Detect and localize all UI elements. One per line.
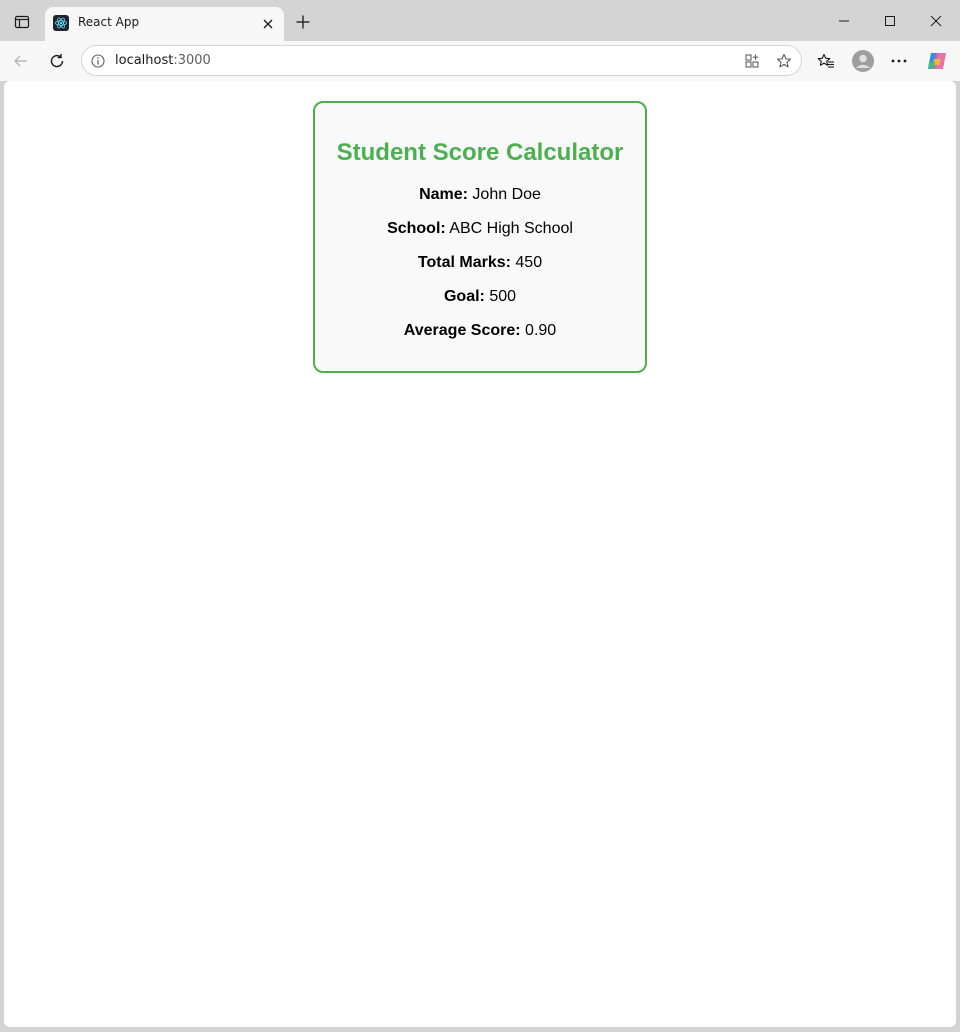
- goal-row: Goal: 500: [315, 288, 645, 306]
- school-label: School:: [387, 220, 446, 237]
- browser-window: React App localhost:3000 Student Score C…: [0, 0, 960, 1032]
- average-score-value: 0.90: [525, 322, 557, 339]
- back-button[interactable]: [6, 46, 36, 76]
- minimize-button[interactable]: [829, 6, 859, 36]
- reload-button[interactable]: [42, 46, 72, 76]
- close-window-button[interactable]: [921, 6, 951, 36]
- close-tab-button[interactable]: [259, 15, 277, 33]
- total-marks-row: Total Marks: 450: [315, 254, 645, 272]
- tab-actions-button[interactable]: [8, 8, 36, 36]
- name-value: John Doe: [472, 186, 541, 203]
- copilot-button[interactable]: [922, 46, 952, 76]
- average-score-label: Average Score:: [403, 322, 521, 339]
- total-marks-value: 450: [515, 254, 543, 271]
- react-logo-icon: [53, 15, 69, 31]
- close-icon: [263, 19, 273, 29]
- page-title: Student Score Calculator: [336, 139, 624, 166]
- tab-react-app[interactable]: React App: [45, 7, 284, 41]
- total-marks-label: Total Marks:: [417, 254, 511, 271]
- goal-value: 500: [489, 288, 517, 305]
- page-viewport: Student Score Calculator Name: John Doe …: [4, 81, 956, 1027]
- profile-button[interactable]: [848, 46, 878, 76]
- score-card: Student Score Calculator Name: John Doe …: [313, 101, 647, 373]
- site-info-button[interactable]: [89, 52, 107, 70]
- favorites-icon: [817, 53, 834, 68]
- info-icon: [91, 54, 105, 68]
- name-row: Name: John Doe: [315, 186, 645, 204]
- star-icon: [776, 53, 792, 68]
- more-button[interactable]: [884, 46, 914, 76]
- maximize-button[interactable]: [875, 6, 905, 36]
- address-bar[interactable]: localhost:3000: [81, 45, 802, 76]
- url-host: localhost: [115, 53, 174, 68]
- maximize-icon: [885, 16, 895, 26]
- goal-label: Goal:: [443, 288, 485, 305]
- tab-title: React App: [78, 15, 140, 29]
- more-icon: [891, 59, 907, 63]
- url-port: :3000: [173, 53, 211, 68]
- copilot-icon: [928, 53, 946, 69]
- browser-toolbar: localhost:3000: [0, 41, 960, 81]
- minimize-icon: [839, 20, 849, 22]
- average-score-row: Average Score: 0.90: [315, 322, 645, 340]
- avatar-icon: [852, 50, 874, 72]
- favorite-button[interactable]: [773, 51, 795, 71]
- school-value: ABC High School: [449, 220, 573, 237]
- close-icon: [930, 15, 942, 27]
- tab-strip: React App: [0, 0, 960, 41]
- name-label: Name:: [419, 186, 468, 203]
- favorites-button[interactable]: [811, 46, 841, 76]
- new-tab-button[interactable]: [290, 9, 316, 35]
- school-row: School: ABC High School: [315, 220, 645, 238]
- app-available-button[interactable]: [741, 51, 763, 71]
- tab-actions-icon: [14, 15, 30, 29]
- back-arrow-icon: [14, 55, 27, 67]
- url-text[interactable]: localhost:3000: [115, 53, 211, 68]
- app-install-icon: [745, 54, 759, 68]
- reload-icon: [50, 54, 64, 68]
- plus-icon: [296, 15, 310, 29]
